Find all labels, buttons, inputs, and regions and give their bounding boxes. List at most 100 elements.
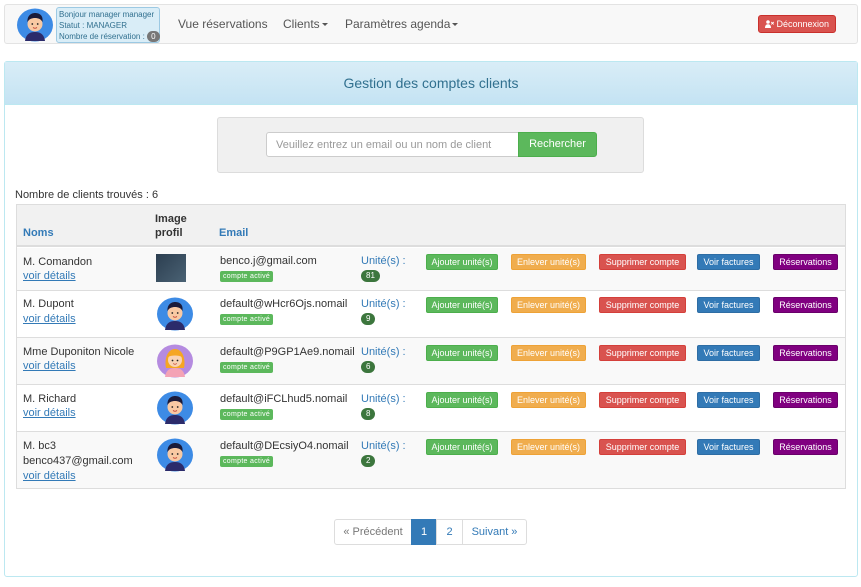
view-details-link[interactable]: voir détails <box>23 269 76 283</box>
column-header-name[interactable]: Noms <box>23 226 54 240</box>
client-email-cell: default@iFCLhud5.nomail compte activé <box>220 392 347 420</box>
view-details-link[interactable]: voir détails <box>23 312 76 326</box>
pagination-previous[interactable]: « Précédent <box>334 519 412 545</box>
reservations-button[interactable]: Réservations <box>773 392 838 408</box>
units-label: Unité(s) : <box>361 346 406 358</box>
reservation-count-badge: 0 <box>147 31 160 42</box>
client-name-email: benco437@gmail.com <box>23 455 133 467</box>
view-details-link[interactable]: voir détails <box>23 359 76 373</box>
units-badge: 81 <box>361 270 380 282</box>
search-button[interactable]: Rechercher <box>518 132 597 157</box>
remove-units-button[interactable]: Enlever unité(s) <box>511 297 586 313</box>
units-cell: Unité(s) : 6 <box>361 345 406 373</box>
table-row: M. Richard voir détails default@iFCLhud5… <box>17 385 845 432</box>
client-email: benco.j@gmail.com <box>220 255 317 267</box>
pagination-page-1[interactable]: 1 <box>411 519 437 545</box>
add-units-button[interactable]: Ajouter unité(s) <box>426 345 498 361</box>
client-name: M. Richard <box>23 393 77 405</box>
add-units-button[interactable]: Ajouter unité(s) <box>426 392 498 408</box>
units-badge: 8 <box>361 408 376 420</box>
navbar: Bonjour manager manager Statut : MANAGER… <box>4 4 858 44</box>
account-active-badge: compte activé <box>220 271 274 282</box>
logout-button[interactable]: Déconnexion <box>758 15 836 33</box>
clients-panel: Gestion des comptes clients Rechercher N… <box>4 61 858 577</box>
user-info-box: Bonjour manager manager Statut : MANAGER… <box>56 7 160 43</box>
delete-account-button[interactable]: Supprimer compte <box>599 297 686 313</box>
profile-avatar-icon <box>156 344 194 378</box>
search-area: Rechercher <box>217 117 644 173</box>
units-label: Unité(s) : <box>361 255 406 267</box>
units-label: Unité(s) : <box>361 393 406 405</box>
units-badge: 2 <box>361 455 376 467</box>
remove-units-button[interactable]: Enlever unité(s) <box>511 254 586 270</box>
search-input[interactable] <box>266 132 519 157</box>
client-email: default@DEcsiyO4.nomail <box>220 440 349 452</box>
remove-units-button[interactable]: Enlever unité(s) <box>511 345 586 361</box>
client-email: default@iFCLhud5.nomail <box>220 393 348 405</box>
view-invoices-button[interactable]: Voir factures <box>697 297 760 313</box>
nav-dropdown-agenda[interactable]: Paramètres agenda <box>345 5 459 43</box>
reservations-button[interactable]: Réservations <box>773 439 838 455</box>
client-name: M. bc3 <box>23 440 57 452</box>
client-email: default@wHcr6Ojs.nomail <box>220 298 348 310</box>
status-text: Statut : MANAGER <box>59 21 128 30</box>
account-active-badge: compte activé <box>220 409 274 420</box>
nav-dropdown-clients[interactable]: Clients <box>283 5 328 43</box>
client-email: default@P9GP1Ae9.nomail <box>220 346 355 358</box>
client-email-cell: default@P9GP1Ae9.nomail compte activé <box>220 345 355 373</box>
remove-units-button[interactable]: Enlever unité(s) <box>511 392 586 408</box>
logout-label: Déconnexion <box>776 19 830 29</box>
delete-account-button[interactable]: Supprimer compte <box>599 345 686 361</box>
view-invoices-button[interactable]: Voir factures <box>697 345 760 361</box>
user-avatar-icon <box>16 8 54 42</box>
account-active-badge: compte activé <box>220 456 274 467</box>
panel-title: Gestion des comptes clients <box>5 62 857 105</box>
clients-table: Noms Image profil Email M. Comandon voir … <box>16 204 846 489</box>
profile-avatar-icon <box>156 297 194 331</box>
client-name: M. Comandon <box>23 256 93 268</box>
pagination-next[interactable]: Suivant » <box>462 519 527 545</box>
column-header-image-line2: profil <box>155 227 183 239</box>
delete-account-button[interactable]: Supprimer compte <box>599 392 686 408</box>
view-invoices-button[interactable]: Voir factures <box>697 392 760 408</box>
reservation-count-label: Nombre de réservation : <box>59 32 145 41</box>
client-email-cell: benco.j@gmail.com compte activé <box>220 254 317 282</box>
view-invoices-button[interactable]: Voir factures <box>697 439 760 455</box>
profile-avatar-icon <box>156 391 194 425</box>
client-email-cell: default@DEcsiyO4.nomail compte activé <box>220 439 349 467</box>
reservations-button[interactable]: Réservations <box>773 345 838 361</box>
nav-clients-label: Clients <box>283 17 320 31</box>
nav-link-reservations[interactable]: Vue réservations <box>178 5 268 43</box>
table-row: Mme Duponiton Nicole voir détails defaul… <box>17 338 845 385</box>
table-row: M. Dupont voir détails default@wHcr6Ojs.… <box>17 291 845 338</box>
client-name: Mme Duponiton Nicole <box>23 346 135 358</box>
delete-account-button[interactable]: Supprimer compte <box>599 439 686 455</box>
table-row: M. Comandon voir détails benco.j@gmail.c… <box>17 248 845 291</box>
units-label: Unité(s) : <box>361 298 406 310</box>
account-active-badge: compte activé <box>220 362 274 373</box>
nav-agenda-label: Paramètres agenda <box>345 17 451 31</box>
column-header-email[interactable]: Email <box>219 226 248 240</box>
units-badge: 9 <box>361 313 376 325</box>
remove-units-button[interactable]: Enlever unité(s) <box>511 439 586 455</box>
client-count-text: Nombre de clients trouvés : 6 <box>15 189 159 201</box>
pagination-page-2[interactable]: 2 <box>436 519 463 545</box>
reservations-button[interactable]: Réservations <box>773 254 838 270</box>
units-badge: 6 <box>361 361 376 373</box>
units-cell: Unité(s) : 9 <box>361 297 406 325</box>
reservations-button[interactable]: Réservations <box>773 297 838 313</box>
client-name: M. Dupont <box>23 298 74 310</box>
user-remove-icon <box>764 20 774 28</box>
view-details-link[interactable]: voir détails <box>23 469 76 483</box>
add-units-button[interactable]: Ajouter unité(s) <box>426 439 498 455</box>
add-units-button[interactable]: Ajouter unité(s) <box>426 254 498 270</box>
add-units-button[interactable]: Ajouter unité(s) <box>426 297 498 313</box>
view-invoices-button[interactable]: Voir factures <box>697 254 760 270</box>
account-active-badge: compte activé <box>220 314 274 325</box>
units-cell: Unité(s) : 8 <box>361 392 406 420</box>
delete-account-button[interactable]: Supprimer compte <box>599 254 686 270</box>
view-details-link[interactable]: voir détails <box>23 406 76 420</box>
table-header: Noms Image profil Email <box>17 205 845 247</box>
units-cell: Unité(s) : 81 <box>361 254 406 282</box>
caret-down-icon <box>452 23 459 27</box>
